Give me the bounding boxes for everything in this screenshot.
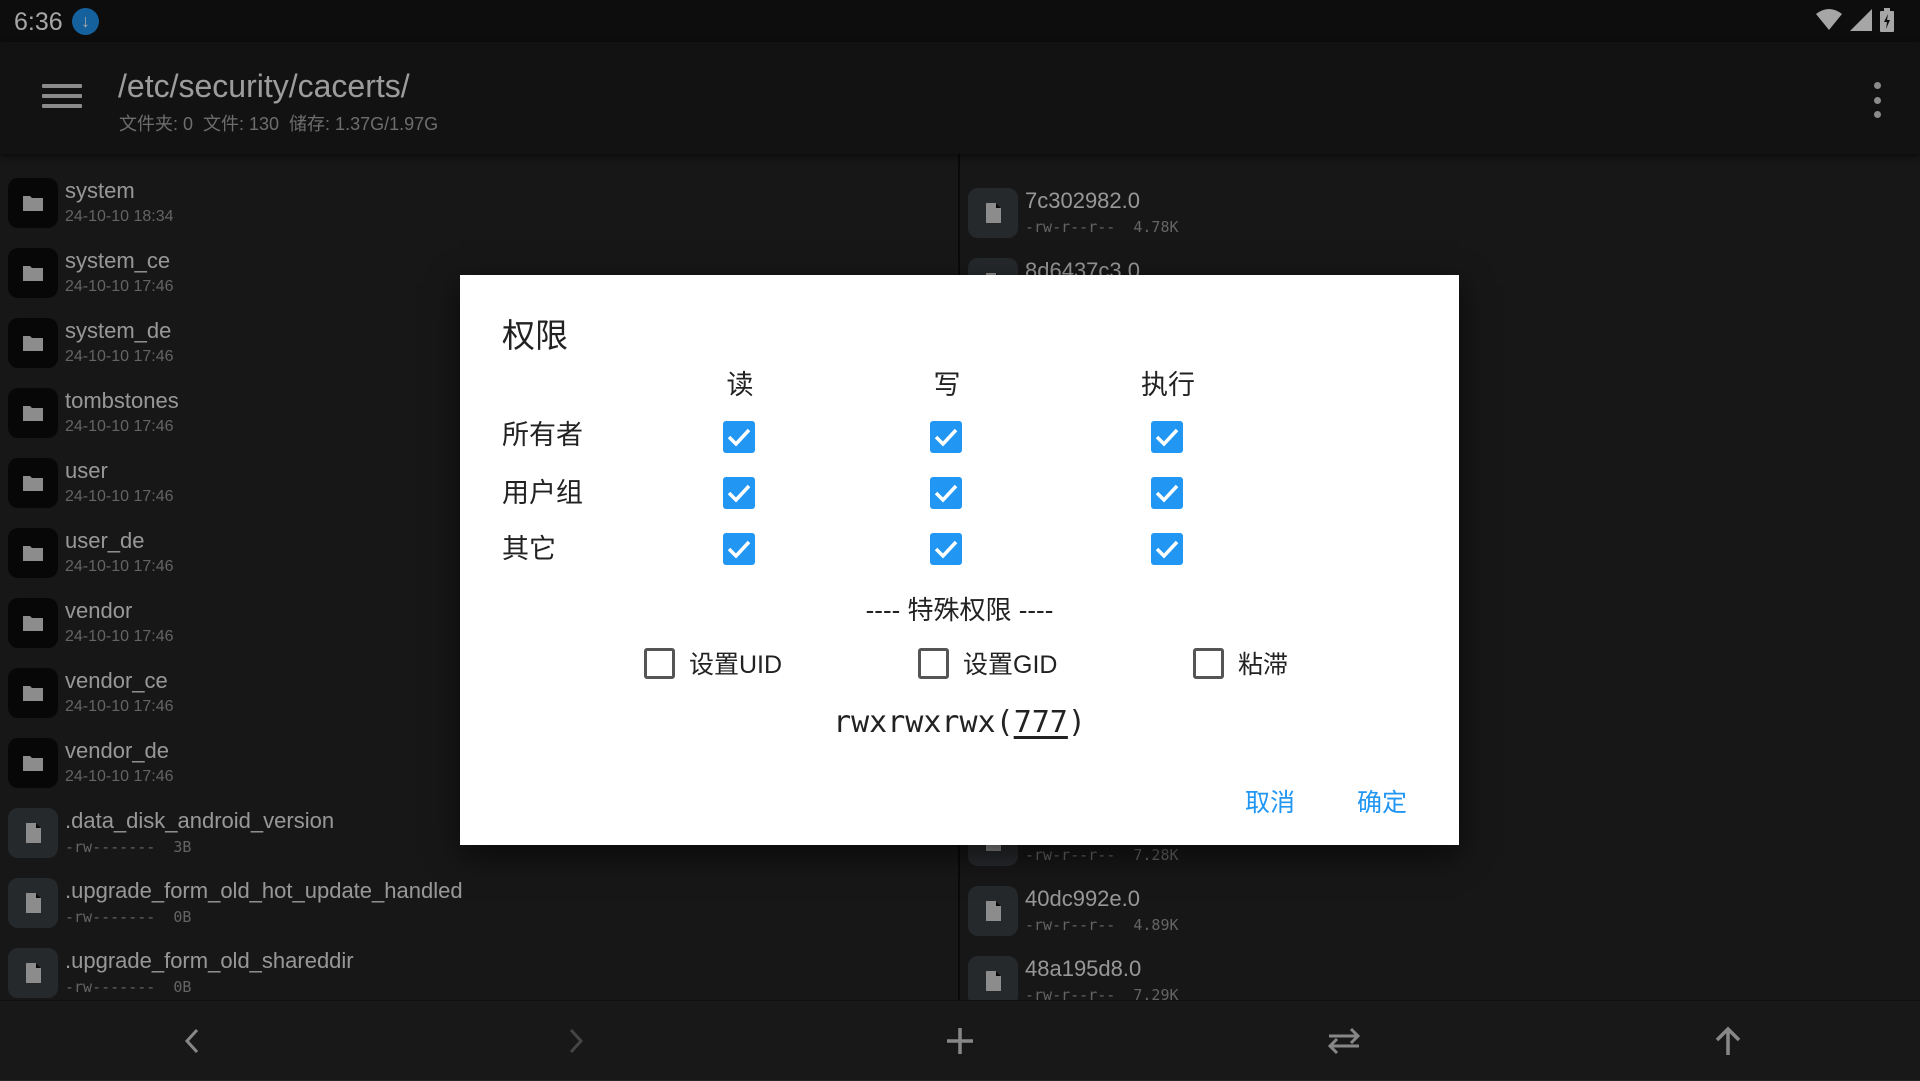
permission-string: rwxrwxrwx(777): [460, 705, 1459, 740]
setgid-checkbox[interactable]: [918, 647, 949, 679]
row-others: 其它: [502, 534, 556, 564]
ok-button[interactable]: 确定: [1357, 783, 1407, 819]
sticky-option[interactable]: 粘滞: [1193, 645, 1288, 681]
perm-close-paren: ): [1067, 705, 1086, 740]
setgid-label: 设置GID: [963, 651, 1058, 679]
others-execute-checkbox[interactable]: [1151, 533, 1183, 565]
permissions-dialog: 权限 读 写 执行 所有者 用户组 其它 ---- 特殊权限 ---- 设置UI…: [460, 275, 1459, 845]
others-read-checkbox[interactable]: [723, 533, 755, 565]
perm-octal[interactable]: 777: [1014, 705, 1068, 740]
sticky-label: 粘滞: [1238, 651, 1289, 679]
special-permissions-title: ---- 特殊权限 ----: [865, 595, 1054, 625]
owner-write-checkbox[interactable]: [930, 421, 962, 453]
column-execute: 执行: [1141, 370, 1195, 400]
others-write-checkbox[interactable]: [930, 533, 962, 565]
setuid-label: 设置UID: [689, 651, 783, 679]
group-execute-checkbox[interactable]: [1151, 477, 1183, 509]
column-write: 写: [933, 370, 961, 400]
setgid-option[interactable]: 设置GID: [918, 645, 1057, 681]
owner-execute-checkbox[interactable]: [1151, 421, 1183, 453]
row-owner: 所有者: [502, 420, 583, 450]
setuid-checkbox[interactable]: [644, 647, 675, 679]
setuid-option[interactable]: 设置UID: [644, 645, 782, 681]
owner-read-checkbox[interactable]: [723, 421, 755, 453]
perm-symbolic: rwxrwxrwx(: [833, 705, 1014, 740]
dialog-title: 权限: [502, 317, 568, 354]
sticky-checkbox[interactable]: [1193, 647, 1224, 679]
row-group: 用户组: [502, 478, 583, 508]
group-read-checkbox[interactable]: [723, 477, 755, 509]
column-read: 读: [726, 370, 754, 400]
group-write-checkbox[interactable]: [930, 477, 962, 509]
cancel-button[interactable]: 取消: [1245, 783, 1295, 819]
